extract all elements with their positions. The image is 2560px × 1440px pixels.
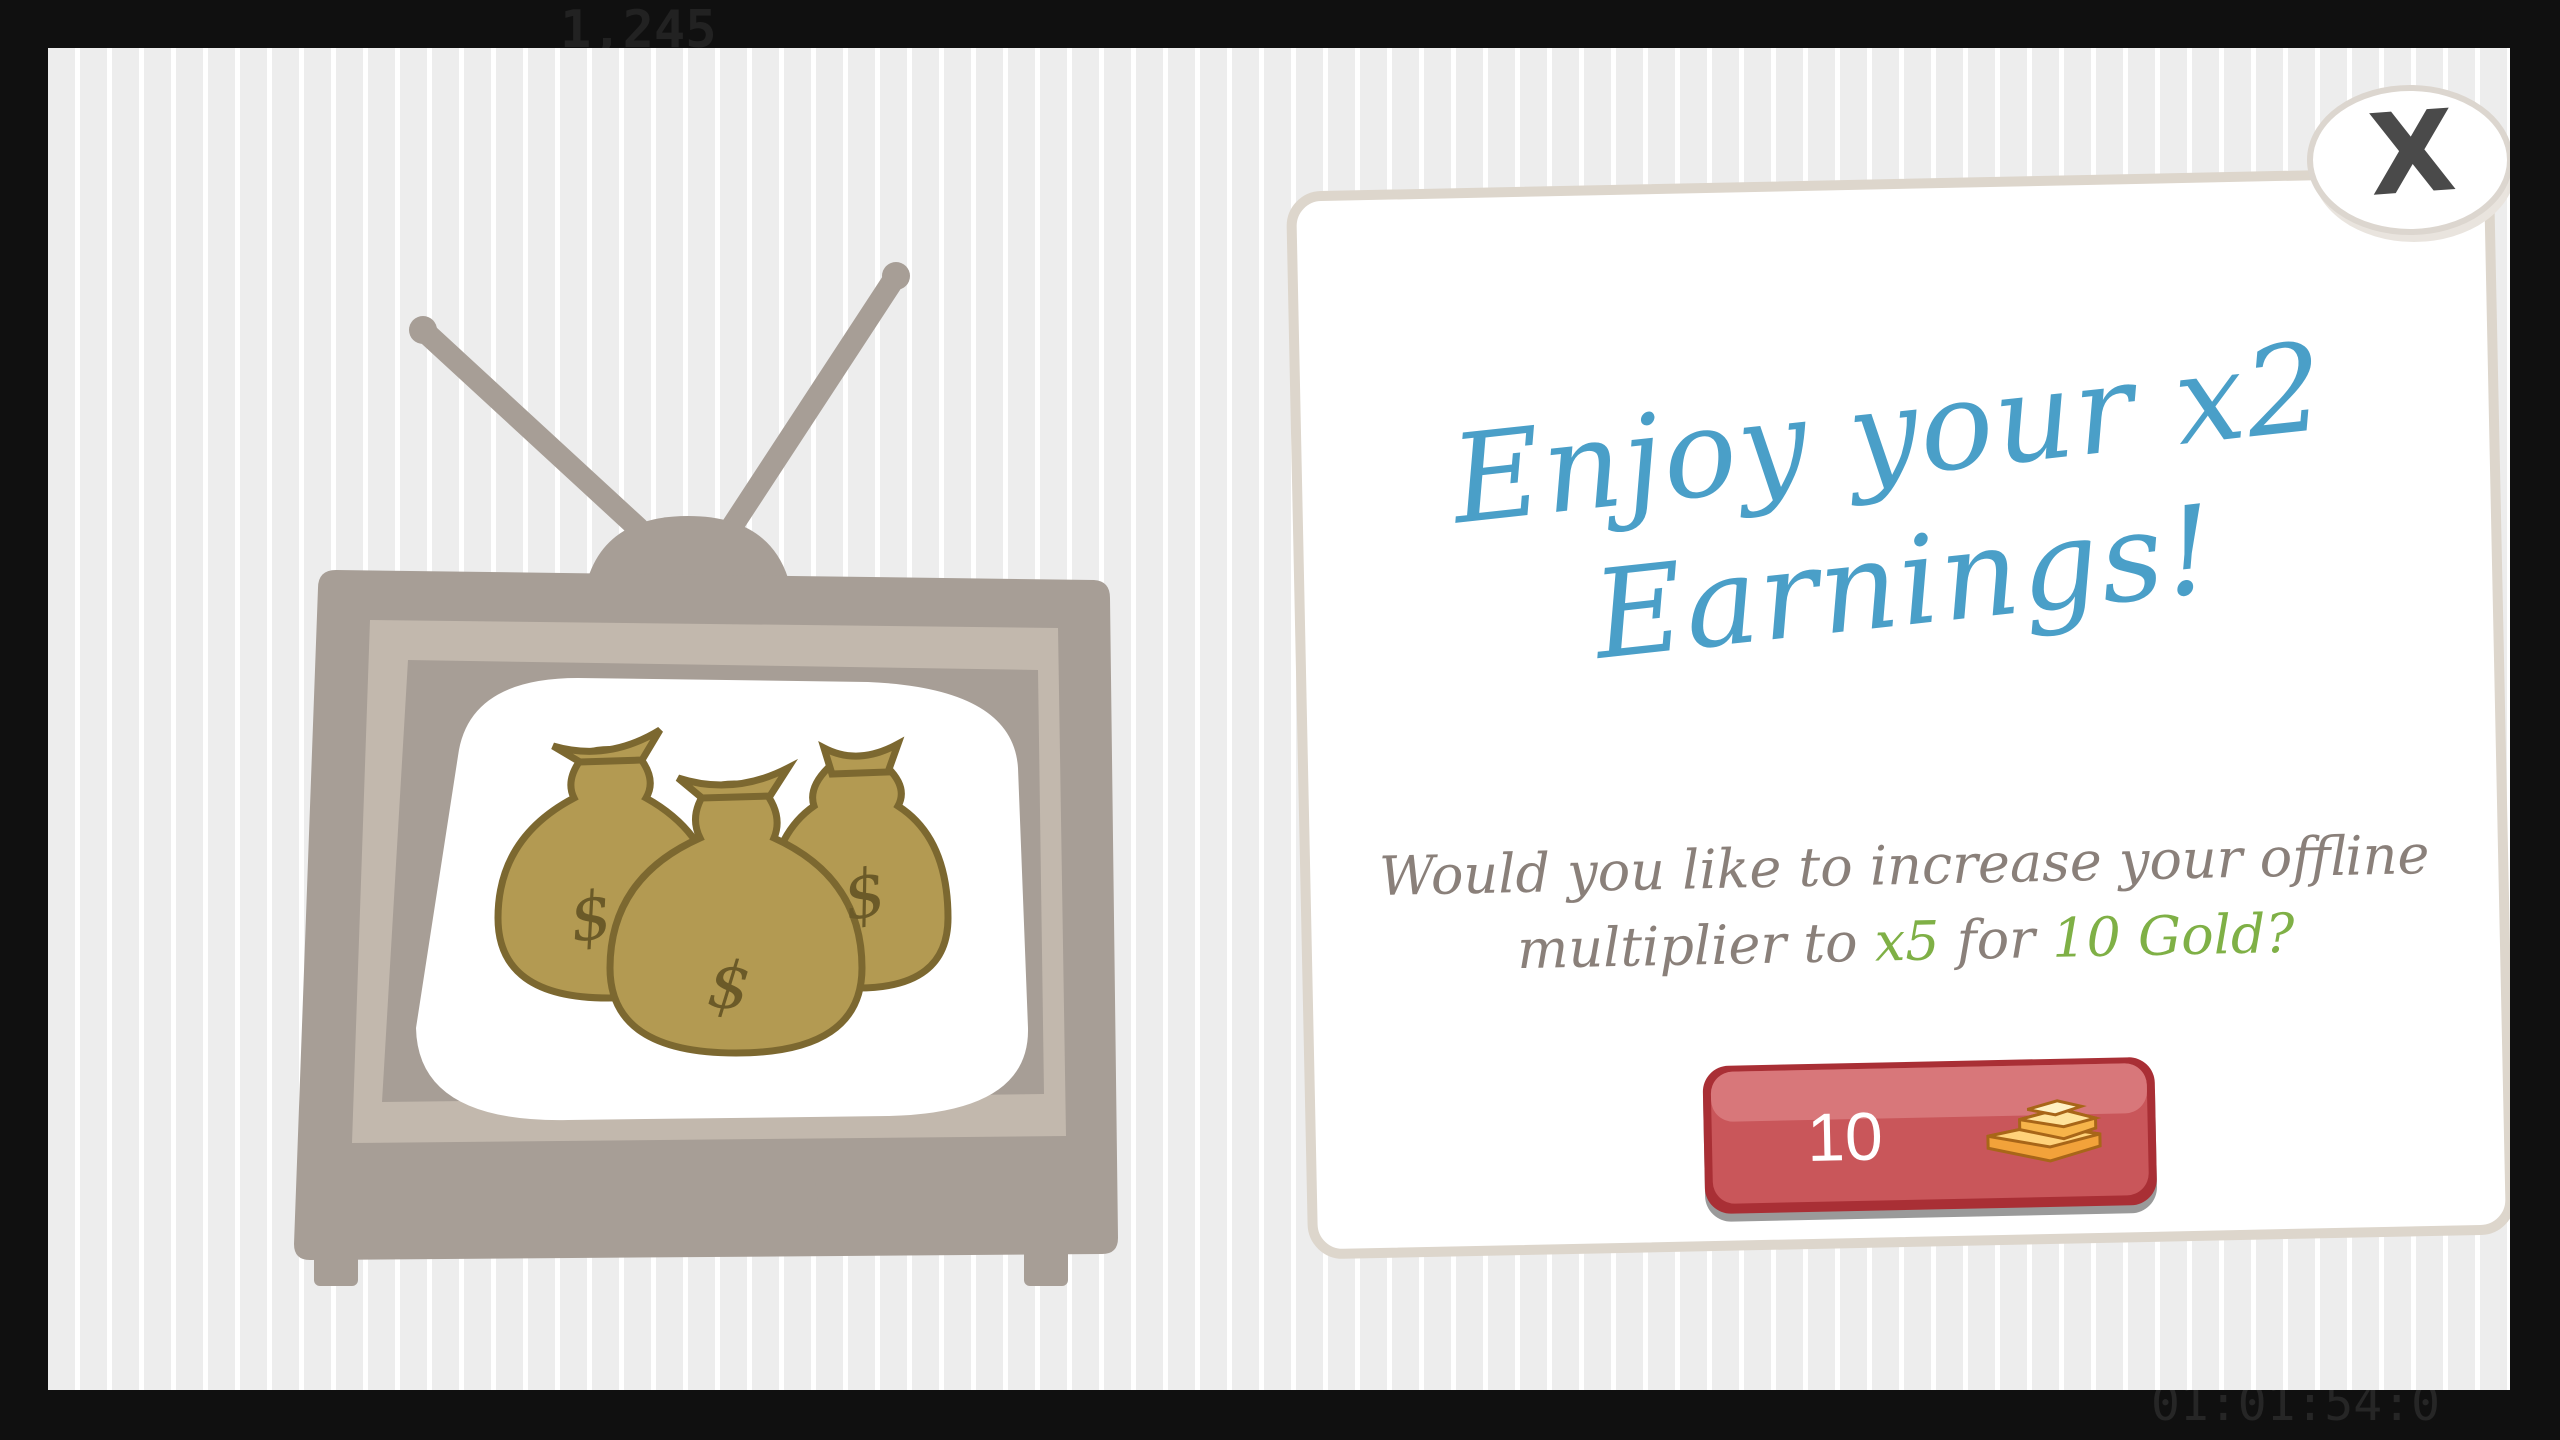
offline-earnings-modal: $ $ $ Enjoy your x2 Earnings! Would you … xyxy=(48,48,2510,1390)
gold-bars-icon xyxy=(1986,1099,2102,1163)
offer-card: Enjoy your x2 Earnings! Would you like t… xyxy=(1285,165,2510,1260)
close-button[interactable]: X xyxy=(2302,76,2510,246)
gold-price-text: 10 Gold? xyxy=(2051,901,2296,970)
multiplier-value: x5 xyxy=(1874,909,1941,974)
close-icon: X xyxy=(2364,86,2460,222)
svg-text:$: $ xyxy=(704,945,754,1026)
retro-tv-icon: $ $ $ xyxy=(248,148,1148,1348)
buy-amount: 10 xyxy=(1806,1098,1884,1177)
offer-text-for: for xyxy=(1956,907,2036,972)
offer-description: Would you like to increase your offline … xyxy=(1339,816,2472,992)
game-screen: 1,245 01:01:54:0 $ $ $ Enjoy your x2 Ear… xyxy=(0,0,2560,1440)
buy-multiplier-button[interactable]: 10 xyxy=(1698,1053,2161,1228)
